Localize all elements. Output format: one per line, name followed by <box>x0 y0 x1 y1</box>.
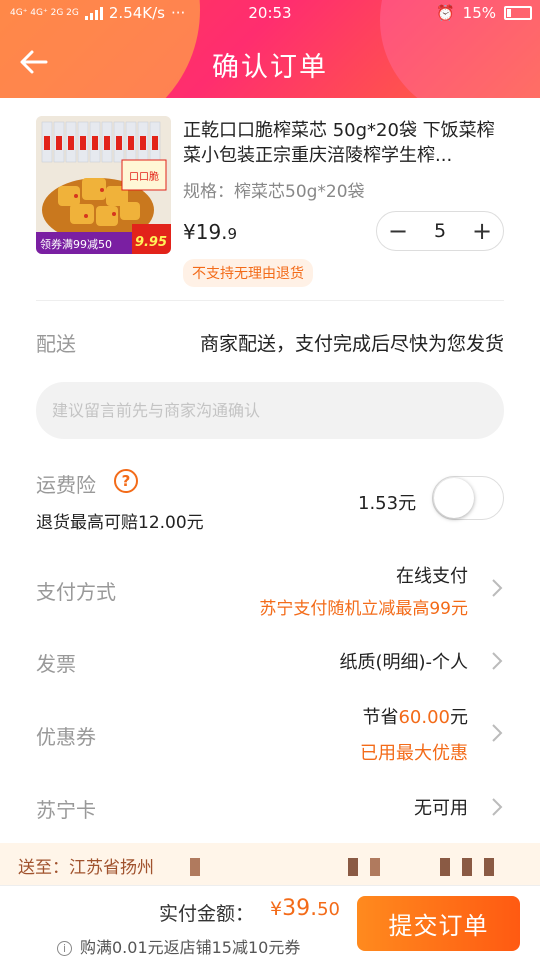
chevron-right-icon <box>492 579 503 597</box>
shipping-insurance-row: 运费险 ? 退货最高可赔12.00元 1.53元 <box>36 469 504 533</box>
bottom-bar: 实付金额： ¥39.50 i 购满0.01元返店铺15减10元券 提交订单 <box>0 885 540 960</box>
order-confirm-page: 4G⁺ 4G⁺ 2G 2G 2.54K/s ··· 20:53 ⏰ 15% 确认… <box>0 0 540 960</box>
coupon-label: 优惠券 <box>36 725 96 749</box>
divider <box>36 300 504 301</box>
promo-text: 购满0.01元返店铺15减10元券 <box>80 938 301 957</box>
total-dec: 50 <box>317 899 340 920</box>
battery-icon <box>504 6 532 20</box>
message-box <box>36 382 504 439</box>
redacted-block <box>348 858 358 876</box>
coupon-save-amount: 60.00 <box>398 707 450 728</box>
delivery-label: 配送 <box>36 332 76 356</box>
product-thumbnail[interactable]: 口口脆 领券满99减50 9.95 <box>36 116 171 254</box>
payment-promo: 苏宁支付随机立减最高99元 <box>259 599 468 619</box>
price-decimal: 9 <box>227 225 238 243</box>
redacted-block <box>370 858 380 876</box>
redacted-block <box>190 858 200 876</box>
redacted-block <box>462 858 472 876</box>
quantity-stepper: − 5 + <box>376 211 504 251</box>
suning-card-value: 无可用 <box>414 798 468 819</box>
svg-text:口口脆: 口口脆 <box>129 170 159 183</box>
message-input[interactable] <box>52 382 492 439</box>
submit-order-button[interactable]: 提交订单 <box>357 896 520 951</box>
coupon-save-suffix: 元 <box>450 707 468 728</box>
redacted-block <box>440 858 450 876</box>
shipping-insurance-label: 运费险 <box>36 473 96 497</box>
payment-value: 在线支付 <box>396 566 468 587</box>
suning-card-label: 苏宁卡 <box>36 798 96 822</box>
product-spec: 规格：榨菜芯50g*20袋 <box>183 182 365 202</box>
product-price: ¥19.9 <box>183 220 237 244</box>
return-coupon-promo: i 购满0.01元返店铺15减10元券 <box>57 934 300 958</box>
total-currency: ¥ <box>270 898 283 920</box>
help-icon[interactable]: ? <box>114 469 138 493</box>
status-bar: 4G⁺ 4G⁺ 2G 2G 2.54K/s ··· 20:53 ⏰ 15% <box>0 0 540 28</box>
coupon-note: 已用最大优惠 <box>360 743 468 764</box>
redacted-block <box>484 858 494 876</box>
battery-percent: 15% <box>462 4 496 22</box>
delivery-value: 商家配送，支付完成后尽快为您发货 <box>199 333 504 355</box>
shipping-insurance-price: 1.53元 <box>358 493 417 514</box>
chevron-right-icon <box>492 724 503 742</box>
decrease-button[interactable]: − <box>383 216 413 246</box>
payment-row[interactable]: 支付方式 在线支付 苏宁支付随机立减最高99元 <box>36 560 504 620</box>
alarm-icon: ⏰ <box>435 4 455 22</box>
title-bar: 确认订单 <box>0 28 540 98</box>
coupon-row[interactable]: 优惠券 节省60.00元 已用最大优惠 <box>36 703 504 765</box>
total-int: 39. <box>282 896 318 921</box>
toggle-knob <box>434 478 474 518</box>
product-title[interactable]: 正乾口口脆榨菜芯 50g*20袋 下饭菜榨菜小包装正宗重庆涪陵榨学生榨... <box>183 118 508 168</box>
invoice-row[interactable]: 发票 纸质(明细)-个人 <box>36 646 504 676</box>
quantity-value[interactable]: 5 <box>434 220 446 242</box>
address-bar[interactable]: 送至：江苏省扬州 <box>0 843 540 885</box>
svg-text:9.95: 9.95 <box>135 235 167 250</box>
coupon-saving: 节省60.00元 <box>362 703 468 729</box>
product-card: 口口脆 领券满99减50 9.95 正乾口口脆榨菜芯 50g*20袋 下饭菜榨菜… <box>36 116 506 292</box>
payment-label: 支付方式 <box>36 580 116 604</box>
total-amount: ¥39.50 <box>270 896 340 921</box>
shipping-insurance-sub: 退货最高可赔12.00元 <box>36 513 204 533</box>
price-main: ¥19. <box>183 220 228 244</box>
invoice-label: 发票 <box>36 652 76 676</box>
total-label: 实付金额： <box>159 903 255 925</box>
no-return-badge: 不支持无理由退货 <box>183 259 313 287</box>
address-text: 送至：江苏省扬州 <box>18 858 154 878</box>
delivery-row: 配送 商家配送，支付完成后尽快为您发货 <box>36 328 504 358</box>
chevron-right-icon <box>492 798 503 816</box>
svg-text:领券满99减50: 领券满99减50 <box>40 237 112 251</box>
chevron-right-icon <box>492 652 503 670</box>
suning-card-row[interactable]: 苏宁卡 无可用 <box>36 792 504 822</box>
page-title: 确认订单 <box>212 52 328 83</box>
status-right: ⏰ 15% <box>436 4 532 22</box>
shipping-insurance-toggle[interactable] <box>432 476 504 520</box>
increase-button[interactable]: + <box>467 216 497 246</box>
product-image: 口口脆 领券满99减50 9.95 <box>36 116 171 254</box>
invoice-value: 纸质(明细)-个人 <box>339 652 468 673</box>
info-icon: i <box>57 941 72 956</box>
header: 4G⁺ 4G⁺ 2G 2G 2.54K/s ··· 20:53 ⏰ 15% 确认… <box>0 0 540 98</box>
coupon-save-prefix: 节省 <box>362 707 399 728</box>
